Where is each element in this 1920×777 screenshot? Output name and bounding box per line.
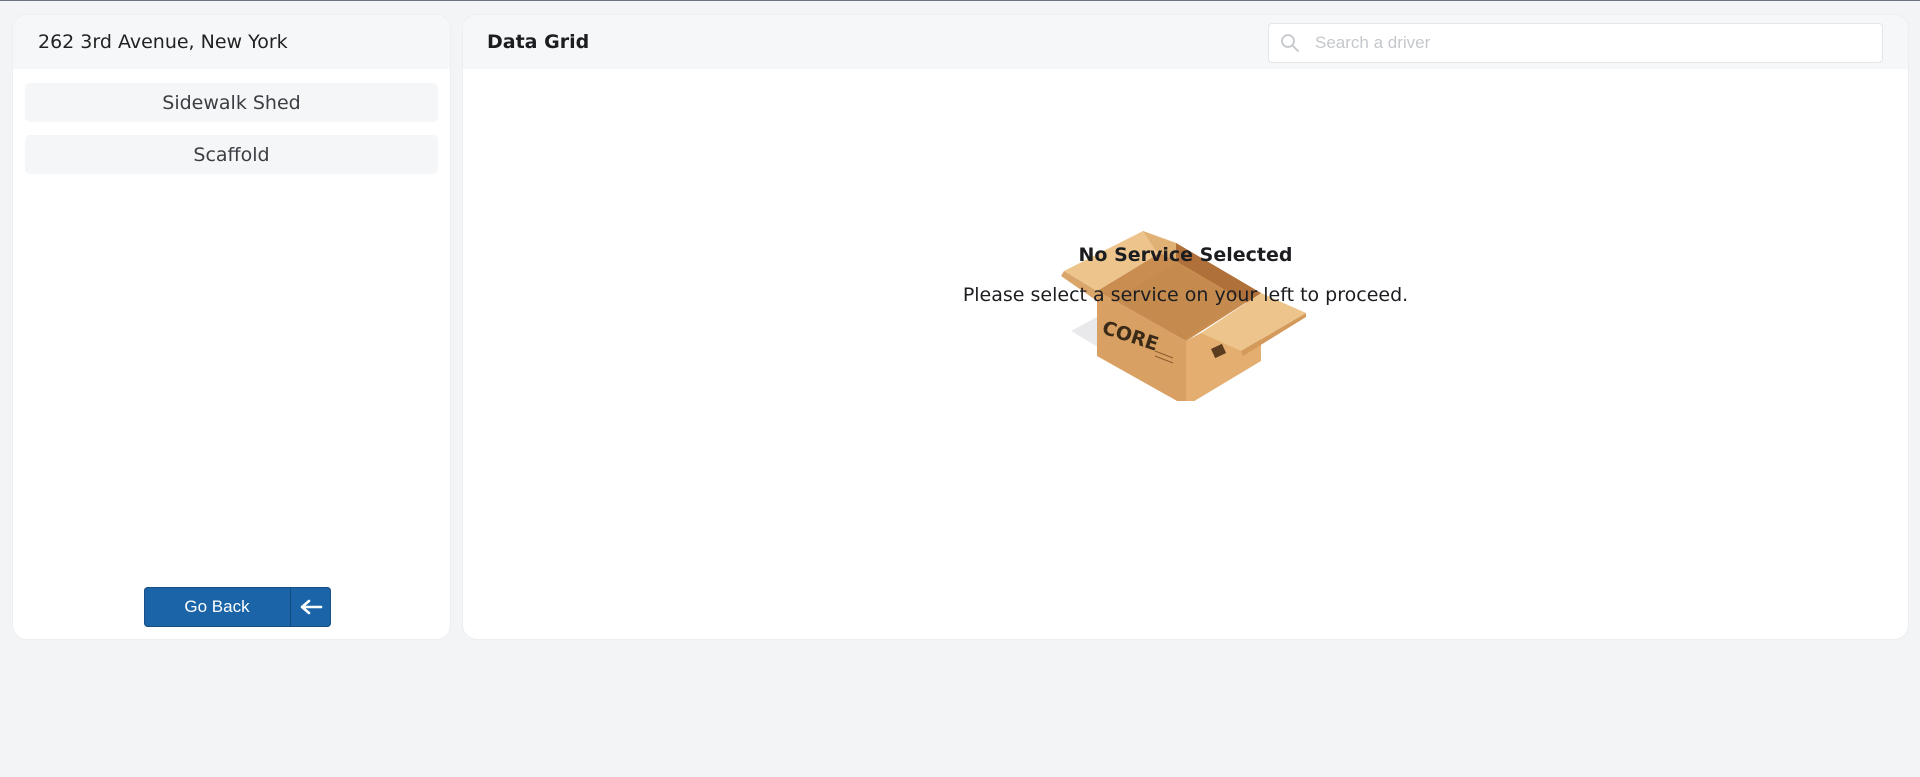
search-field[interactable] bbox=[1268, 23, 1883, 63]
window-top-border bbox=[0, 0, 1920, 1]
empty-state-message: Please select a service on your left to … bbox=[962, 284, 1409, 306]
service-item-scaffold[interactable]: Scaffold bbox=[25, 135, 438, 174]
page-title: Data Grid bbox=[487, 31, 590, 53]
address-title: 262 3rd Avenue, New York bbox=[38, 31, 288, 53]
search-input[interactable] bbox=[1313, 32, 1857, 54]
sidebar-header: 262 3rd Avenue, New York bbox=[13, 15, 450, 69]
arrow-left-icon bbox=[291, 599, 331, 615]
go-back-button[interactable]: Go Back bbox=[144, 587, 331, 627]
empty-state-title: No Service Selected bbox=[1078, 244, 1293, 266]
main-header: Data Grid bbox=[463, 15, 1908, 69]
main-panel: Data Grid Search a driver CORE No Servic… bbox=[463, 15, 1908, 639]
service-item-label: Scaffold bbox=[193, 143, 270, 166]
sidebar-panel: 262 3rd Avenue, New York Sidewalk Shed S… bbox=[13, 15, 450, 639]
go-back-label: Go Back bbox=[184, 597, 250, 616]
search-icon bbox=[1280, 33, 1304, 53]
service-item-label: Sidewalk Shed bbox=[162, 91, 301, 114]
service-item-sidewalk-shed[interactable]: Sidewalk Shed bbox=[25, 83, 438, 122]
